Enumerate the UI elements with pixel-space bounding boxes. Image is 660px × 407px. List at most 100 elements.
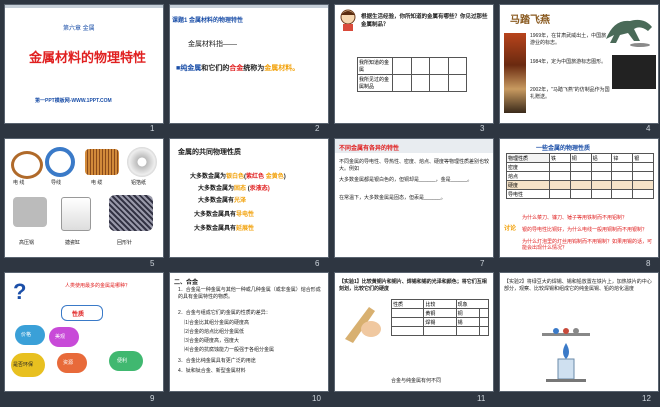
slide-12-thumbnail[interactable]: 【实验2】将绿豆大的焊锡、锡和铅放置在铁片上，加热铁片的中心部分，观察、比较焊锡… (499, 272, 659, 392)
slide-7-number: 7 (480, 259, 485, 268)
slide-8-thumbnail[interactable]: 一些金属的物理性质 物理性质铁铜铝锌银 密度 熔点 硬度 导电性 讨论 为什么菜… (499, 138, 659, 258)
slide-9-number: 9 (150, 394, 155, 403)
row-conductivity: 导电性 (506, 189, 550, 199)
definition-connector: 和它们的 (201, 65, 230, 72)
slide-2-number: 2 (315, 124, 320, 133)
caption-7: 回形针 (117, 240, 133, 246)
foil-roll-image (127, 147, 157, 177)
hand-scratching-image (341, 299, 385, 345)
slide-1-thumbnail[interactable]: 第六章 金属 金属材料的物理特性 第一PPT模板网-WWW.1PPT.COM (4, 4, 164, 124)
properties-bubble: 性质 (61, 305, 103, 321)
slide-6-line-5: 大多数金属具有延展性 (194, 223, 254, 232)
slide-8-discuss-label: 讨论 (504, 226, 517, 232)
slide-1-title: 金属材料的物理特性 (29, 50, 147, 65)
cell-brass: 黄铜 (423, 308, 457, 318)
slide-10-item-2: 2．合金与组成它们的金属的性质的差异： (178, 310, 271, 316)
slide-4-thumbnail[interactable]: 马踏飞燕 1969年，在甘肃武威出土，中国旅游业的标志。 1984年，定为中国旅… (499, 4, 659, 124)
slide-4-number: 4 (646, 124, 651, 133)
row-property: 物理性质 (506, 153, 550, 163)
slide-8-title: 一些金属的物理性质 (536, 146, 591, 152)
bubble-convenience: 便利 (109, 351, 143, 371)
caption-6: 搪瓷缸 (65, 240, 81, 246)
slide-10-item-2b: ⑵合金的熔点比组分金属低 (184, 329, 245, 335)
slide-2-heading: 课题1 金属材料的物理特性 (172, 18, 244, 24)
line-2-solid: 固态 (234, 186, 247, 192)
slide-4-bullet-3: 2002年，"马踏飞燕"的仿制品作为国礼赠送。 (530, 87, 610, 100)
slide-10-section: 二、合金 (174, 280, 199, 286)
slide-5-thumbnail[interactable]: 电 线 导线 电 缆 铝箔纸 高压锅 搪瓷缸 回形针 (4, 138, 164, 258)
pressure-cooker-image (13, 197, 47, 227)
slide-3-number: 3 (480, 124, 485, 133)
row-known-metals: 我所知道的金属 (357, 57, 393, 75)
burner-apparatus-image (536, 313, 596, 383)
line-1-close: ) (283, 174, 286, 180)
slide-11-title: 【实验1】比较黄铜片和铜片、焊锡和锡的光泽和颜色；将它们互相刻划，比较它们的硬度 (339, 279, 487, 292)
slide-11-number: 11 (477, 394, 486, 403)
slide-6-line-2: 大多数金属为固态 (汞液态) (198, 183, 270, 192)
slide-10-item-2d: ⑷合金的抗腐蚀能力一般强于各组分金属 (184, 347, 275, 353)
slide-3-question: 根据生活经验，你所知道的金属有哪些？你见过那些金属制品？ (361, 14, 488, 28)
definition-metal-material: 金属材料。 (264, 65, 300, 72)
row-melting-point: 熔点 (506, 171, 550, 181)
bubble-beauty: 美观 (49, 327, 79, 347)
slide-2-thumbnail[interactable]: 课题1 金属材料的物理特性 金属材料指—— ■纯金属和它们的合金统称为金属材料。 (169, 4, 329, 124)
line-1-silver: 银白色 (226, 174, 245, 180)
slide-10-item-2c: ⑶合金的硬度高，强度大 (184, 338, 240, 344)
slide-11-table: 性质 比较 现象 黄铜铜 焊锡锡 (390, 299, 490, 336)
bubble-label-beauty: 美观 (55, 334, 66, 340)
bubble-label-convenience: 便利 (117, 358, 128, 364)
slide-sorter-grid: 第六章 金属 金属材料的物理特性 第一PPT模板网-WWW.1PPT.COM 1… (0, 0, 660, 407)
slide-4-title: 马踏飞燕 (510, 15, 550, 26)
slide-5-number: 5 (150, 259, 155, 268)
slide-7-thumbnail[interactable]: 不同金属有各异的特性 不同金属的导电性、导热性、密度、熔点、硬度等物理性质差别也… (334, 138, 494, 258)
slide-6-line-3: 大多数金属有光泽 (198, 195, 246, 204)
wire-image (11, 151, 43, 179)
slide-9-question: 人类使用最多的金属是哪种？ (65, 283, 131, 289)
enamel-mug-image (61, 197, 91, 231)
caption-2: 导线 (51, 180, 62, 186)
cell-solder: 焊锡 (423, 317, 457, 327)
caption-1: 电 线 (13, 180, 25, 186)
slide-8-question-3: 为什么灯泡里的灯丝用钨制而不用锡制？如果用锡的话，可能会出现什么情况？ (522, 239, 653, 251)
cartoon-girl-image (339, 9, 357, 31)
col-observation: 现象 (455, 299, 490, 309)
definition-alloy: 合金 (229, 65, 244, 72)
cable-image (45, 147, 75, 177)
caption-3: 电 缆 (91, 180, 103, 186)
slide-12-title: 【实验2】将绿豆大的焊锡、锡和铅放置在铁片上，加热铁片的中心部分，观察、比较焊锡… (504, 279, 652, 292)
line-5-text: 大多数金属具有 (194, 226, 237, 232)
slide-10-thumbnail[interactable]: 二、合金 1．合金是一种金属与其他一种或几种金属（或非金属）熔合形成的具有金属特… (169, 272, 329, 392)
definition-called: 统称为 (243, 65, 265, 72)
line-3-text: 大多数金属有 (198, 198, 235, 204)
slide-3-thumbnail[interactable]: 根据生活经验，你所知道的金属有哪些？你见过那些金属制品？ 我所知道的金属 我所见… (334, 4, 494, 124)
line-4-conductive: 导电性 (236, 212, 255, 218)
paperclip-image (109, 195, 153, 231)
slide-2-subheading: 金属材料指—— (188, 41, 237, 48)
slide-3-table: 我所知道的金属 我所见过的金属制品 (357, 57, 467, 92)
question-mark-icon: ? (13, 279, 27, 304)
slide-9-thumbnail[interactable]: ? 人类使用最多的金属是哪种？ 性质 价格 美观 是否环保 资源 便利 (4, 272, 164, 392)
slide-2-top-bar (170, 5, 328, 8)
line-4-text: 大多数金属具有 (194, 212, 237, 218)
bubble-label-price: 价格 (21, 332, 32, 338)
slide-6-thumbnail[interactable]: 金属的共同物理性质 大多数金属为银白色(紫红色 金黄色) 大多数金属为固态 (汞… (169, 138, 329, 258)
slide-2-definition: ■纯金属和它们的合金统称为金属材料。 (176, 63, 299, 73)
row-seen-products: 我所见过的金属制品 (357, 74, 393, 92)
slide-6-line-4: 大多数金属具有导电性 (194, 209, 254, 218)
bubble-label-properties: 性质 (72, 312, 85, 318)
bubble-resource: 资源 (57, 353, 87, 373)
slide-1-footer: 第一PPT模板网-WWW.1PPT.COM (35, 98, 112, 104)
row-density: 密度 (506, 162, 550, 172)
caption-5: 高压锅 (19, 240, 35, 246)
slide-7-bullet-1: 不同金属的导电性、导热性、密度、熔点、硬度等物理性质差别也较大。例如 (339, 159, 490, 172)
slide-11-note: 合金与纯金属有何不同 (391, 378, 442, 384)
slide-11-thumbnail[interactable]: 【实验1】比较黄铜片和铜片、焊锡和锡的光泽和颜色；将它们互相刻划，比较它们的硬度… (334, 272, 494, 392)
slide-7-bullet-3: 在常温下，大多数金属是固态，但汞是______。 (339, 195, 446, 201)
bubble-eco: 是否环保 (11, 353, 45, 377)
slide-10-number: 10 (312, 394, 321, 403)
slide-8-question-2: 银的导电性比铜好，为什么电线一般用铜制而不用银制？ (522, 227, 648, 233)
line-1-gold: 金黄色 (265, 174, 284, 180)
slide-4-bullet-2: 1984年，定为中国旅游标志图形。 (530, 59, 607, 65)
slide-12-number: 12 (642, 394, 651, 403)
col-compare: 比较 (423, 299, 457, 309)
